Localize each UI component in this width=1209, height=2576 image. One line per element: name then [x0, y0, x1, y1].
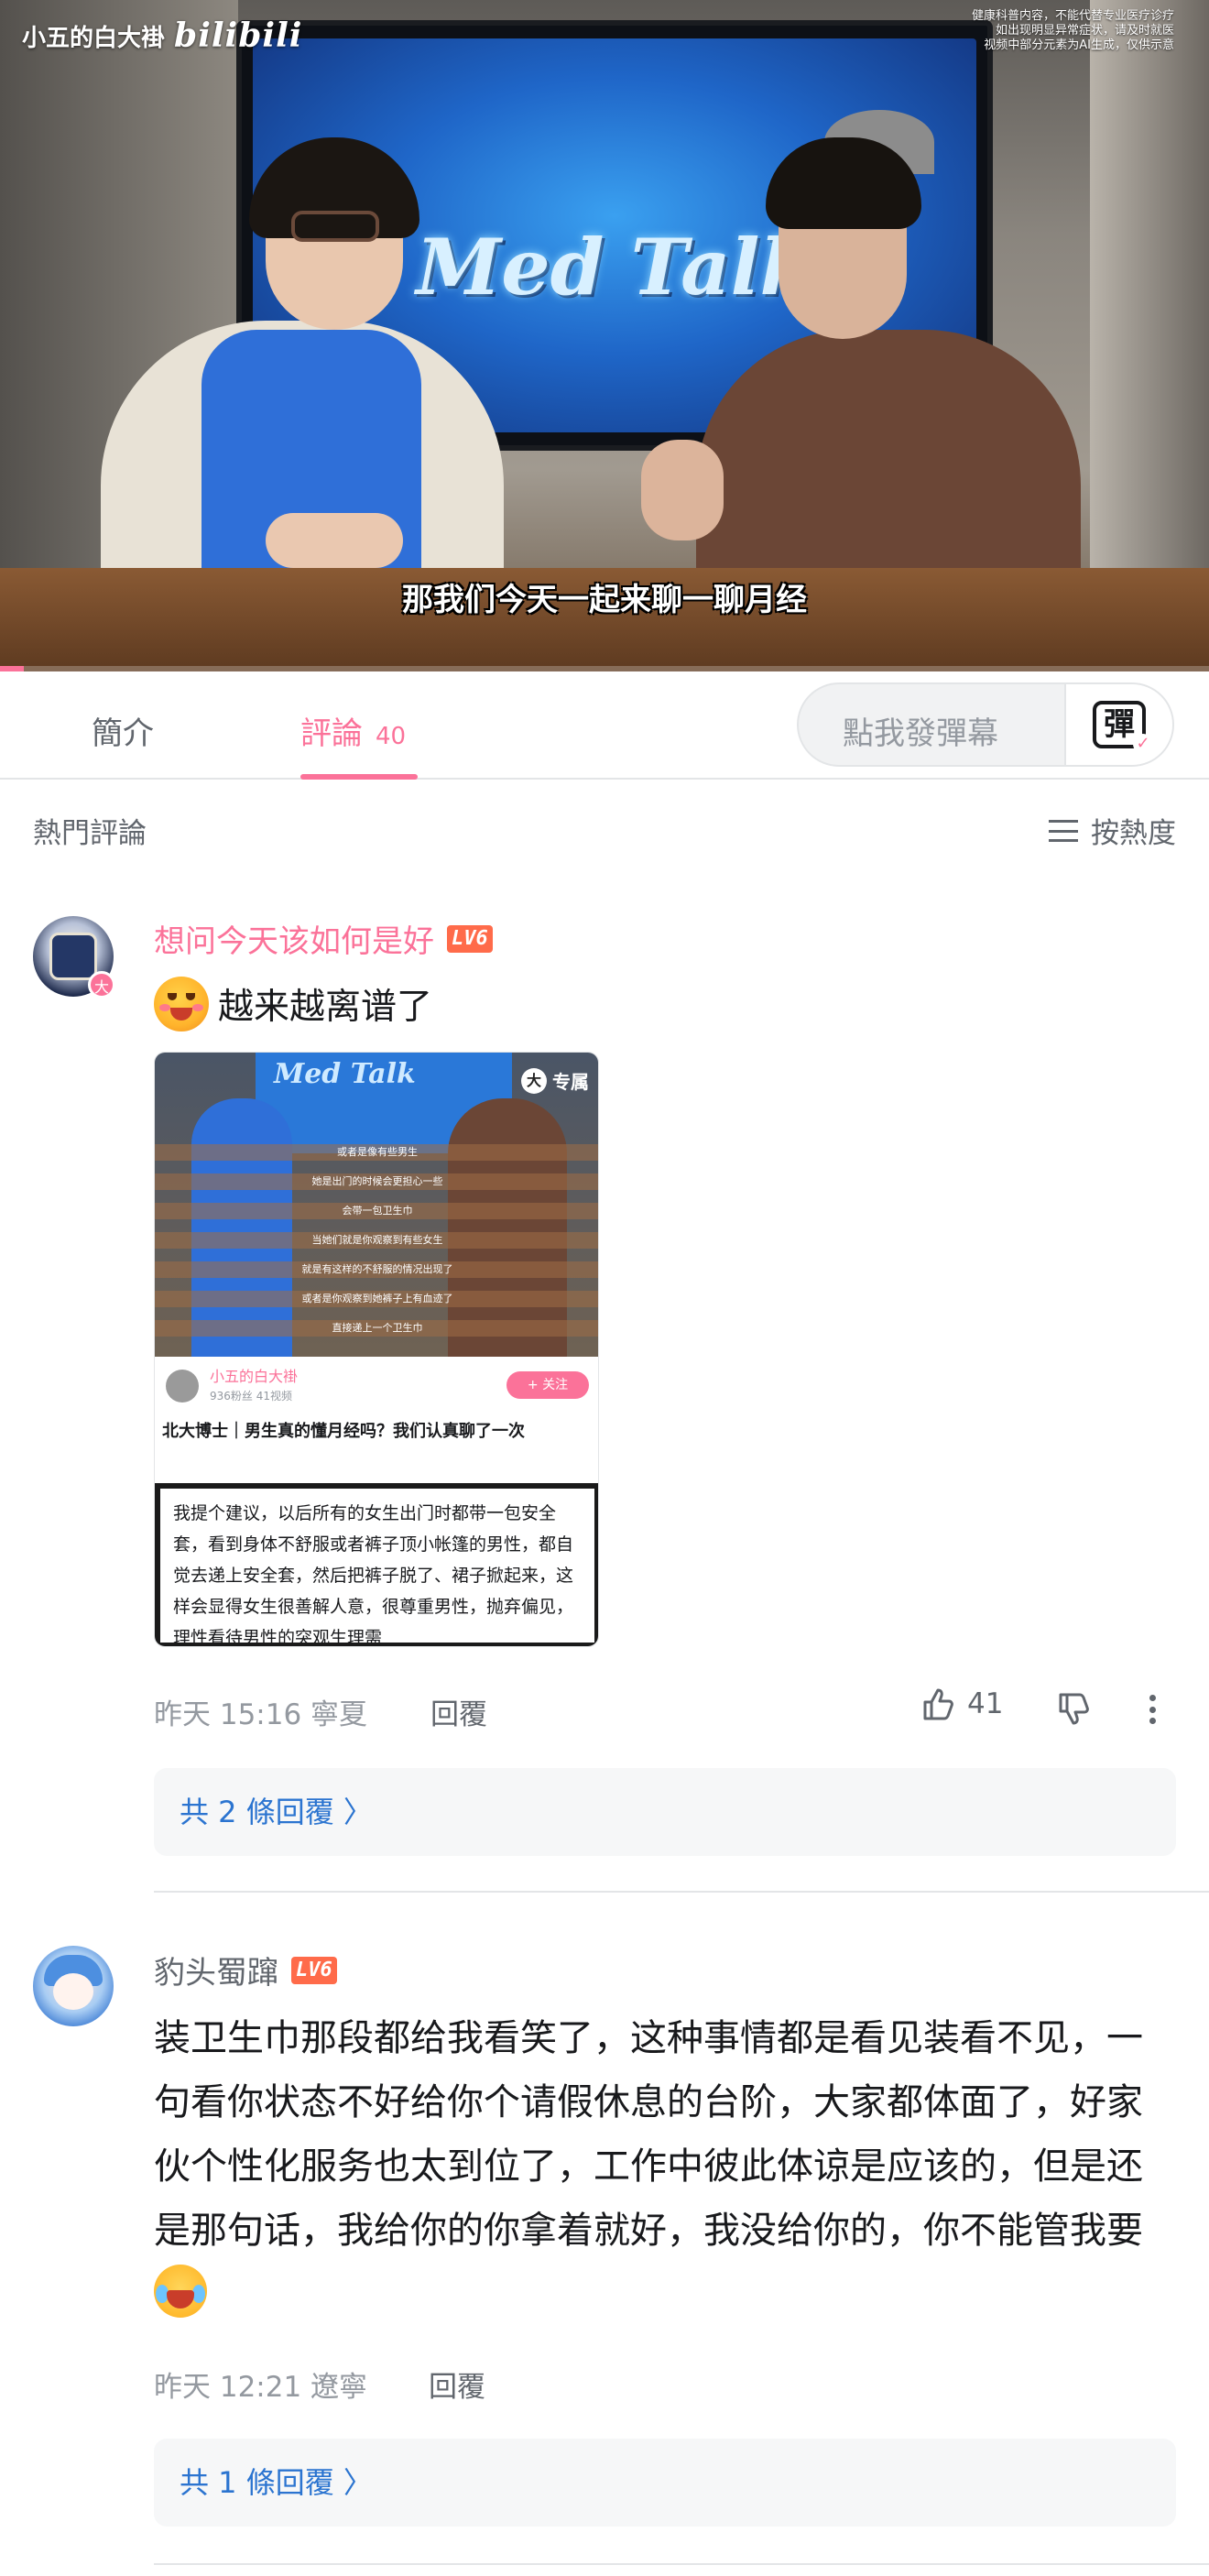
more-options-icon[interactable]	[1141, 1691, 1163, 1728]
reply-button[interactable]: 回覆	[429, 2363, 485, 2405]
comment-image-screen-title: Med Talk	[274, 1058, 416, 1090]
video-subtitle: 那我们今天一起来聊一聊月经	[402, 582, 807, 618]
level-badge: LV6	[291, 1956, 337, 1984]
reply-button[interactable]: 回覆	[430, 1691, 487, 1732]
comment-body: 装卫生巾那段都给我看笑了，这种事情都是看见装看不见，一句看你状态不好给你个请假休…	[154, 2017, 1143, 2252]
laughing-crying-emoji-icon	[154, 2265, 207, 2318]
comments-count: 40	[376, 723, 407, 750]
danmaku-toggle-button[interactable]: 彈 ✓	[1064, 684, 1172, 765]
comment-username[interactable]: 想问今天该如何是好 LV6	[154, 916, 493, 961]
danmaku-icon: 彈 ✓	[1093, 701, 1153, 754]
sort-label: 按熱度	[1091, 817, 1176, 850]
disclaimer-line: 如出现明显异常症状，请及时就医	[995, 24, 1174, 38]
like-button[interactable]: 41	[920, 1686, 1003, 1722]
sort-button[interactable]: 按熱度	[1049, 810, 1176, 851]
video-disclaimer: 健康科普内容，不能代替专业医疗诊疗 如出现明显异常症状，请及时就医 视频中部分元…	[872, 9, 1174, 53]
comment-image-video-title: 北大博士｜男生真的懂月经吗？我们认真聊了一次	[162, 1422, 525, 1441]
exclusive-badge-label: 专属	[552, 1071, 589, 1093]
comment-text: 越来越离谱了	[154, 977, 432, 1031]
subtitle-line: 会带一包卫生巾	[155, 1203, 598, 1219]
disclaimer-line: 健康科普内容，不能代替专业医疗诊疗	[971, 9, 1174, 23]
view-replies-button[interactable]: 共 2 條回覆 〉	[154, 1768, 1176, 1856]
comment-image[interactable]: Med Talk 或者是像有些男生 她是出门的时候会更担心一些 会带一包卫生巾 …	[154, 1052, 599, 1647]
video-player[interactable]: Med Talk 小五的白大褂 bilibili 健康科普内容，不能代替专业医疗…	[0, 0, 1209, 671]
comment-image-channel-row: 小五的白大褂 936粉丝 41视频 + 关注	[155, 1357, 598, 1415]
view-replies-button[interactable]: 共 1 條回覆 〉	[154, 2439, 1176, 2527]
tab-comments[interactable]: 評論 40	[300, 708, 406, 753]
danmaku-icon-glyph: 彈	[1104, 706, 1135, 743]
comment-body: 越来越离谱了	[218, 987, 433, 1028]
channel-meta: 936粉丝 41视频	[210, 1390, 292, 1403]
exclusive-badge: 大专属	[521, 1067, 589, 1094]
tab-intro[interactable]: 簡介	[92, 708, 154, 753]
channel-avatar	[166, 1370, 199, 1403]
avatar-badge: 大	[88, 971, 115, 999]
video-person-left-glasses	[291, 211, 379, 242]
danmaku-input[interactable]: 點我發彈幕 彈 ✓	[797, 682, 1174, 767]
follow-button: + 关注	[506, 1371, 589, 1399]
subtitle-line: 当她们就是你观察到有些女生	[155, 1232, 598, 1249]
tab-active-indicator	[300, 774, 418, 780]
username-text: 想问今天该如何是好	[154, 923, 434, 960]
thumbs-down-icon[interactable]	[1055, 1691, 1092, 1728]
disclaimer-line: 视频中部分元素为AI生成，仅供示意	[984, 38, 1174, 52]
channel-name: 小五的白大褂	[210, 1368, 299, 1385]
note-text: 我提个建议，以后所有的女生出门时都带一包安全套，看到身体不舒服或者裤子顶小帐篷的…	[160, 1489, 594, 1643]
comment-image-video-frame: Med Talk 或者是像有些男生 她是出门的时候会更担心一些 会带一包卫生巾 …	[155, 1053, 598, 1357]
username-text: 豹头蜀蹿	[154, 1955, 278, 1992]
comment-divider	[154, 2563, 1209, 2565]
comment-username[interactable]: 豹头蜀蹿 LV6	[154, 1948, 337, 1992]
subtitle-line: 她是出门的时候会更担心一些	[155, 1173, 598, 1190]
subtitle-line: 就是有这样的不舒服的情况出现了	[155, 1261, 598, 1278]
comment-divider	[154, 1891, 1209, 1893]
bilibili-logo: bilibili	[174, 16, 303, 55]
like-count: 41	[967, 1687, 1004, 1720]
hot-comments-title: 熱門評論	[33, 817, 147, 850]
video-person-right-hand	[641, 440, 724, 540]
blushing-face-emoji-icon	[154, 977, 209, 1031]
channel-watermark: 小五的白大褂	[22, 24, 166, 52]
video-person-left-hands	[266, 513, 403, 568]
tab-comments-label: 評論	[300, 715, 363, 752]
avatar-image	[49, 933, 97, 980]
comment-meta: 昨天 12:21 遼寧	[154, 2371, 368, 2404]
comment-image-note: 我提个建议，以后所有的女生出门时都带一包安全套，看到身体不舒服或者裤子顶小帐篷的…	[155, 1483, 598, 1646]
comment-meta: 昨天 15:16 寧夏	[154, 1698, 368, 1731]
subtitle-line: 直接递上一个卫生巾	[155, 1320, 598, 1337]
avatar-image	[53, 1973, 93, 2010]
menu-icon	[1049, 819, 1078, 842]
video-watermark: 小五的白大褂 bilibili	[22, 16, 302, 55]
check-icon: ✓	[1133, 734, 1153, 754]
level-badge: LV6	[447, 924, 493, 953]
danmaku-placeholder: 點我發彈幕	[843, 715, 998, 752]
subtitle-line: 或者是你观察到她裤子上有血迹了	[155, 1291, 598, 1307]
comment-text: 装卫生巾那段都给我看笑了，这种事情都是看见装看不见，一句看你状态不好给你个请假休…	[154, 2006, 1152, 2327]
subtitle-line: 或者是像有些男生	[155, 1144, 598, 1161]
avatar[interactable]	[33, 1946, 114, 2026]
thumbs-up-icon	[920, 1686, 956, 1722]
